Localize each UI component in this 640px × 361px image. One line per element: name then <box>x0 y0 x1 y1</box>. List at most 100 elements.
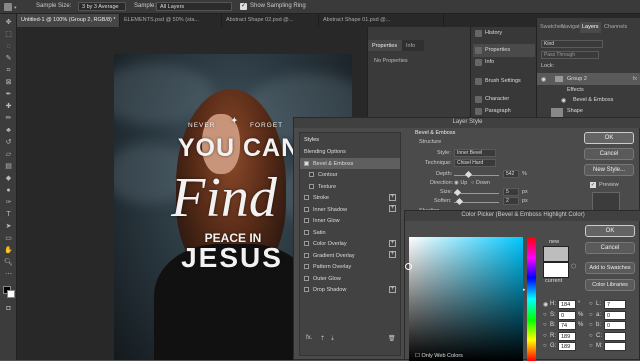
style-select[interactable]: Inner Bevel <box>454 149 496 157</box>
channel-radio[interactable]: ○ <box>589 312 593 318</box>
color-field[interactable] <box>409 237 523 361</box>
history-brush-tool-icon[interactable]: ↺ <box>4 138 13 147</box>
blur-tool-icon[interactable]: ◆ <box>4 174 13 183</box>
move-down-icon[interactable]: ⇣ <box>330 335 335 342</box>
channel-radio[interactable]: ○ <box>543 312 547 318</box>
channel-input[interactable]: 189 <box>558 331 576 341</box>
channel-input[interactable]: 7 <box>604 300 626 309</box>
show-ring-checkbox[interactable]: ✓ <box>240 3 247 10</box>
layer-effects-row[interactable]: Effects <box>537 85 640 95</box>
add-style-icon[interactable]: + <box>389 193 396 201</box>
hue-slider-thumb[interactable]: ▸ <box>523 287 526 293</box>
style-item-color-overlay[interactable]: Color Overlay + <box>300 238 400 250</box>
panel-history[interactable]: History <box>473 27 535 40</box>
background-color-swatch[interactable] <box>7 290 15 298</box>
layer-style-ok-button[interactable]: OK <box>584 132 634 144</box>
add-style-icon[interactable]: + <box>389 205 396 212</box>
channel-input[interactable]: 0 <box>604 321 626 330</box>
style-checkbox[interactable] <box>304 160 309 166</box>
sample-size-select[interactable]: 3 by 3 Average <box>78 2 126 11</box>
style-item-drop-shadow[interactable]: Drop Shadow + <box>300 284 400 296</box>
add-style-icon[interactable]: + <box>389 285 396 293</box>
zoom-tool-icon[interactable]: 🔍︎ <box>4 258 13 267</box>
tab-layers[interactable]: Layers <box>580 22 601 33</box>
move-up-icon[interactable]: ⇡ <box>320 335 325 342</box>
web-safe-cube-icon[interactable]: ⬡ <box>571 263 576 270</box>
size-slider-thumb[interactable] <box>453 188 462 197</box>
style-item-satin[interactable]: Satin <box>300 227 400 239</box>
channel-radio[interactable]: ○ <box>589 322 593 328</box>
move-tool-icon[interactable]: ✥ <box>4 18 13 27</box>
channel-radio[interactable]: ○ <box>543 333 547 339</box>
style-item-texture[interactable]: Texture <box>300 181 400 193</box>
tab-properties[interactable]: Properties <box>368 40 402 51</box>
style-item-gradient-overlay[interactable]: Gradient Overlay + <box>300 250 400 262</box>
soften-input[interactable]: 2 <box>503 197 519 205</box>
eye-icon[interactable]: ◉ <box>561 97 566 104</box>
new-style-button[interactable]: New Style... <box>584 164 634 176</box>
quick-select-tool-icon[interactable]: ✎ <box>4 54 13 63</box>
add-style-icon[interactable]: + <box>389 251 396 258</box>
style-checkbox[interactable] <box>304 218 309 223</box>
style-checkbox[interactable] <box>304 287 309 292</box>
style-checkbox[interactable] <box>304 229 309 235</box>
style-checkbox[interactable] <box>304 206 309 212</box>
blend-mode-select[interactable]: Pass Through <box>541 51 599 59</box>
doc-tab-elements[interactable]: ELEMENTS.psd @ 50% (sta... <box>120 14 222 27</box>
soften-slider-thumb[interactable] <box>455 197 464 206</box>
add-to-swatches-button[interactable]: Add to Swatches <box>585 262 635 274</box>
frame-tool-icon[interactable]: ⊠ <box>4 78 13 87</box>
styles-header[interactable]: Styles <box>300 134 400 146</box>
channel-input[interactable]: 189 <box>558 342 576 351</box>
channel-input[interactable]: 0 <box>604 310 626 320</box>
style-item-stroke[interactable]: Stroke + <box>300 192 400 204</box>
more-tools-icon[interactable]: ⋯ <box>4 270 13 279</box>
layer-style-cancel-button[interactable]: Cancel <box>584 148 634 160</box>
style-checkbox[interactable] <box>304 195 309 200</box>
eyedropper-tool-icon[interactable]: ✒ <box>4 90 13 99</box>
depth-slider[interactable] <box>454 175 499 176</box>
channel-radio[interactable]: ○ <box>589 333 593 339</box>
doc-tab-abstract-01[interactable]: Abstract Shape 01.psd @... <box>319 14 444 27</box>
color-picker-cancel-button[interactable]: Cancel <box>585 242 635 254</box>
channel-input[interactable]: 184 <box>558 300 576 309</box>
type-tool-icon[interactable]: T <box>4 210 13 219</box>
style-item-bevel-emboss[interactable]: Bevel & Emboss <box>300 157 400 169</box>
preview-checkbox[interactable]: ✓ <box>590 182 596 188</box>
panel-brush-settings[interactable]: Brush Settings <box>473 75 535 88</box>
doc-tab-abstract-02[interactable]: Abstract Shape 02.psd @... <box>222 14 319 27</box>
lasso-tool-icon[interactable]: ◌ <box>4 42 13 51</box>
tab-info[interactable]: Info <box>402 40 424 51</box>
style-item-contour[interactable]: Contour <box>300 169 400 181</box>
style-item-pattern-overlay[interactable]: Pattern Overlay <box>300 261 400 273</box>
shape-tool-icon[interactable]: ▭ <box>4 234 13 243</box>
crop-tool-icon[interactable]: ⌗ <box>4 66 13 75</box>
marquee-tool-icon[interactable]: ⬚ <box>4 30 13 39</box>
quick-mask-icon[interactable]: ◘ <box>4 304 13 313</box>
channel-radio[interactable]: ○ <box>589 343 593 349</box>
channel-radio[interactable]: ◉ <box>543 301 548 308</box>
layer-filter-select[interactable]: Kind <box>541 40 603 48</box>
technique-select[interactable]: Chisel Hard <box>454 159 496 167</box>
only-web-colors-checkbox[interactable]: ☐ Only Web Colors <box>415 353 463 359</box>
depth-slider-thumb[interactable] <box>464 170 473 179</box>
layer-row-group-2[interactable]: Group 2 ◉ fx <box>537 73 640 85</box>
layer-effect-bevel-row[interactable]: Bevel & Emboss ◉ <box>537 95 640 105</box>
sample-select[interactable]: All Layers <box>156 2 232 11</box>
style-checkbox[interactable] <box>309 172 314 177</box>
channel-input[interactable]: 0 <box>558 310 576 320</box>
chevron-down-icon[interactable]: ▾ <box>14 5 17 11</box>
channel-radio[interactable]: ○ <box>543 322 547 328</box>
style-checkbox[interactable] <box>304 241 309 246</box>
hand-tool-icon[interactable]: ✋ <box>4 246 13 255</box>
color-picker-ok-button[interactable]: OK <box>585 225 635 237</box>
current-color-swatch[interactable] <box>543 262 569 278</box>
size-input[interactable]: 5 <box>503 188 519 196</box>
style-item-outer-glow[interactable]: Outer Glow <box>300 273 400 285</box>
path-select-tool-icon[interactable]: ➤ <box>4 222 13 231</box>
fx-menu-button[interactable]: fx. <box>306 335 312 341</box>
style-checkbox[interactable] <box>304 275 309 281</box>
add-style-icon[interactable]: + <box>389 239 396 247</box>
style-checkbox[interactable] <box>309 183 314 189</box>
hue-slider[interactable] <box>527 237 536 361</box>
